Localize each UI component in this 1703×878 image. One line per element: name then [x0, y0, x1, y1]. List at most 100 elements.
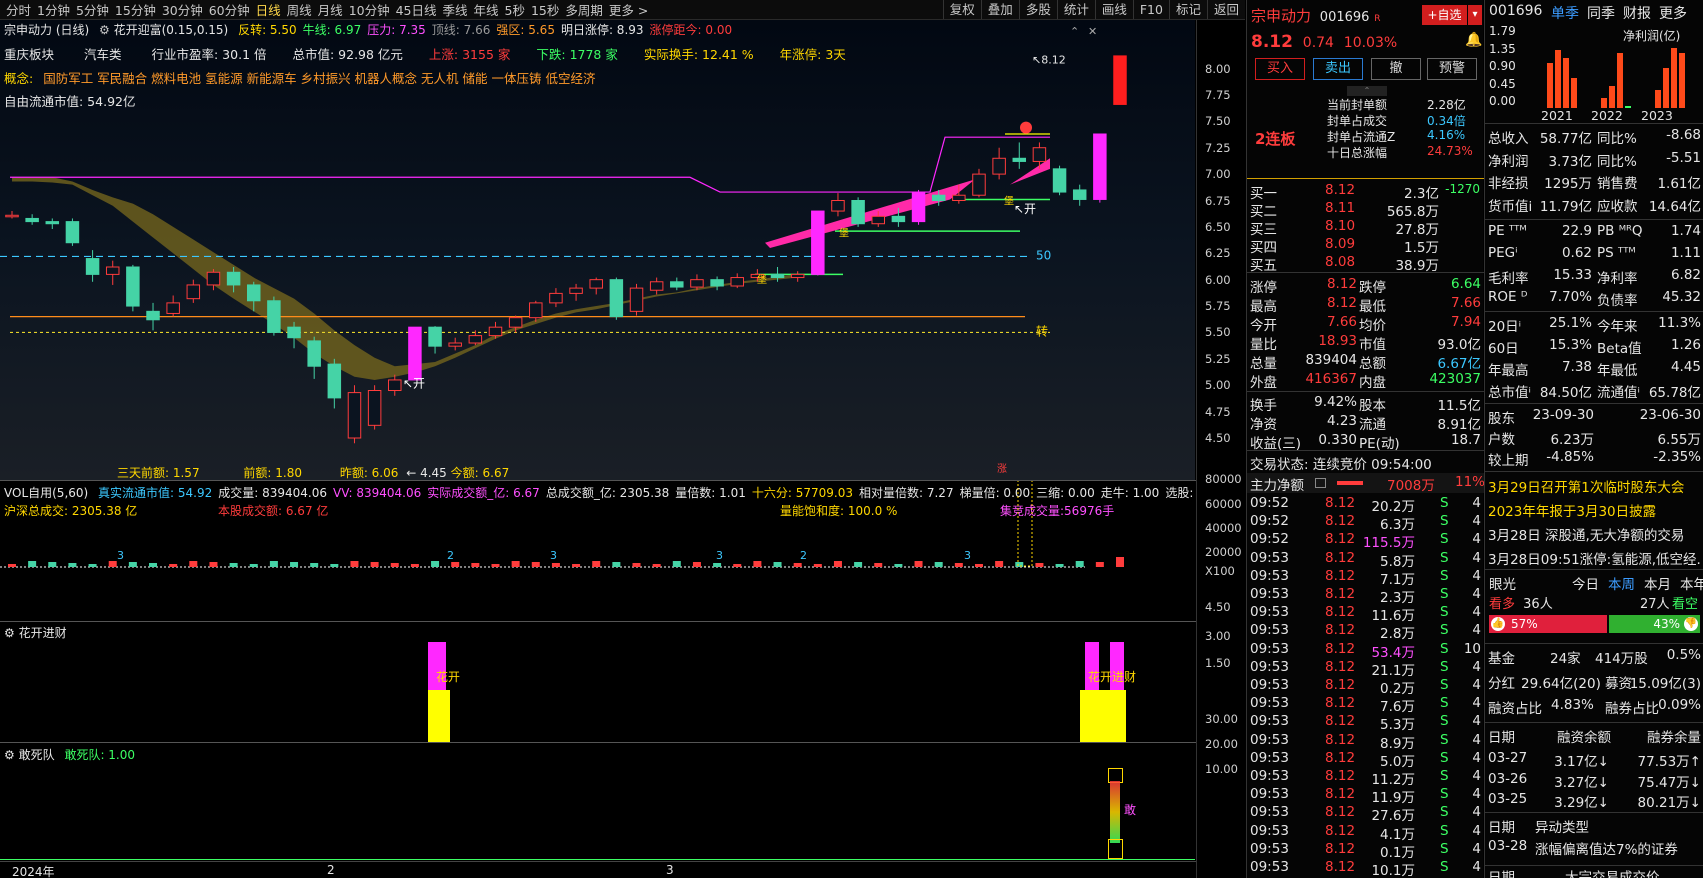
tick-count: 4 — [1472, 749, 1481, 766]
period-tab-2[interactable]: 5分钟 — [76, 3, 109, 18]
tick-price: 8.12 — [1325, 586, 1356, 602]
volume-bar — [1035, 563, 1044, 567]
news-item-1[interactable]: 2023年年报于3月30日披露 — [1488, 500, 1702, 520]
info-tab-2[interactable]: 财报 — [1623, 6, 1651, 22]
period-tab-7[interactable]: 周线 — [287, 3, 312, 18]
huakai-title[interactable]: 花开进财 — [19, 626, 67, 640]
bid-label: 买二 — [1250, 204, 1277, 220]
fund-value: 4.83% — [1551, 697, 1594, 713]
thumb-up-icon[interactable]: 👍 — [1491, 617, 1505, 631]
gansidui-panel[interactable]: ⚙ 敢死队 敢死队: 1.00 敢 — [0, 743, 1195, 861]
info-tab-3[interactable]: 更多 — [1659, 6, 1687, 22]
huakai-panel[interactable]: ⚙ 花开进财 花开 花开 进财 — [0, 622, 1195, 742]
tick-volume: 11.6万 — [1371, 608, 1415, 625]
bid-row[interactable]: 买二 8.11 565.8万 — [1247, 200, 1484, 220]
price-tick-5: 6.75 — [1205, 193, 1231, 208]
info-label: 总收入 — [1488, 131, 1529, 147]
info-tab-0[interactable]: 单季 — [1551, 6, 1579, 22]
close-icon[interactable]: ✕ — [1088, 25, 1097, 38]
period-tab-9[interactable]: 10分钟 — [349, 3, 390, 18]
tick-count: 4 — [1472, 713, 1481, 730]
info-value: 1.61亿 — [1657, 176, 1701, 192]
period-tab-12[interactable]: 年线 — [474, 3, 499, 18]
volume-panel[interactable]: VOL自用(5,60) 真实流通市值: 54.92 成交量: 839404.06 V… — [0, 481, 1266, 621]
news-item-0[interactable]: 3月29日召开第1次临时股东大会 — [1488, 476, 1702, 496]
period-tab-5[interactable]: 60分钟 — [209, 3, 250, 18]
tool-button-7[interactable]: 返回 — [1206, 0, 1245, 19]
info-label: 应收款 — [1597, 198, 1638, 215]
period-tab-11[interactable]: 季线 — [443, 3, 468, 18]
panel-settings-icon[interactable]: ⚙ — [4, 748, 15, 762]
bell-icon[interactable]: 🔔 — [1465, 32, 1482, 48]
bull-label[interactable]: 看多 — [1489, 597, 1515, 612]
bid-row[interactable]: 买五 8.08 38.9万 — [1247, 254, 1484, 274]
tool-button-0[interactable]: 复权 — [942, 0, 981, 19]
tool-button-3[interactable]: 统计 — [1056, 0, 1095, 19]
chevron-down-icon[interactable]: ▾ — [1468, 5, 1482, 25]
panel-settings-icon[interactable]: ⚙ — [4, 626, 15, 640]
tick-price: 8.12 — [1325, 713, 1356, 730]
flow-toggle-icon[interactable] — [1315, 478, 1326, 488]
period-tab-1[interactable]: 1分钟 — [37, 3, 70, 18]
tick-row: 09:53 8.12 2.8万 S 4 — [1247, 622, 1484, 642]
kline-chart[interactable]: ↖开↖开转50↖8.12堡堡堡涨⌃ ✕ — [0, 20, 1195, 480]
volume-tick-4: X100 — [1205, 564, 1235, 578]
volume-bar — [1015, 562, 1024, 567]
cancel-button[interactable]: 撤 — [1371, 58, 1421, 80]
period-tab-6[interactable]: 日线 — [256, 3, 281, 18]
buy-button[interactable]: 买入 — [1255, 58, 1305, 80]
eye-tab-1[interactable]: 本周 — [1608, 577, 1635, 593]
gansidui-header: ⚙ 敢死队 敢死队: 1.00 — [4, 746, 135, 763]
thumb-down-icon[interactable]: 👎 — [1684, 617, 1698, 631]
news-item-3[interactable]: 3月28日09:51涨停:氢能源,低空经... — [1488, 548, 1702, 568]
tool-button-4[interactable]: 画线 — [1094, 0, 1133, 19]
period-tab-13[interactable]: 5秒 — [505, 3, 525, 18]
info-code: 001696 — [1489, 3, 1543, 19]
tick-price: 8.12 — [1325, 567, 1356, 584]
huakai-tick-0: 4.50 — [1205, 600, 1231, 614]
tick-time: 09:53 — [1250, 768, 1289, 784]
bear-label[interactable]: 看空 — [1672, 593, 1698, 612]
info-value: 11.79亿 — [1539, 198, 1592, 215]
stat-label: 最低 — [1359, 299, 1386, 315]
stat-value: 7.94 — [1450, 314, 1481, 330]
holder-row: 户数 6.23万 6.55万 — [1485, 428, 1703, 448]
tool-button-6[interactable]: 标记 — [1168, 0, 1207, 19]
bid-row[interactable]: 买四 8.09 1.5万 — [1247, 236, 1484, 256]
period-tab-8[interactable]: 月线 — [318, 3, 343, 18]
sell-button[interactable]: 卖出 — [1313, 58, 1363, 80]
tool-button-5[interactable]: F10 — [1132, 0, 1169, 19]
period-tab-15[interactable]: 多周期 — [565, 3, 603, 18]
period-tab-3[interactable]: 15分钟 — [115, 3, 156, 18]
volume-bar — [551, 563, 560, 567]
info-value: 58.77亿 — [1539, 131, 1592, 147]
bid-row[interactable]: 买一 8.12 2.3亿 -1270 — [1247, 182, 1484, 202]
period-tab-0[interactable]: 分时 — [6, 3, 31, 18]
gansidui-title[interactable]: 敢死队 — [19, 748, 55, 762]
tick-volume: 7.6万 — [1380, 699, 1415, 716]
price-tick-7: 6.25 — [1205, 246, 1231, 261]
eye-tab-2[interactable]: 本月 — [1644, 577, 1671, 593]
bid-row[interactable]: 买三 8.10 27.8万 — [1247, 218, 1484, 238]
candle-body — [972, 173, 986, 196]
info-tab-1[interactable]: 同季 — [1587, 6, 1615, 22]
candle-body — [367, 390, 382, 426]
tool-button-2[interactable]: 多股 — [1018, 0, 1057, 19]
period-tab-14[interactable]: 15秒 — [531, 3, 559, 18]
period-tab-4[interactable]: 30分钟 — [162, 3, 203, 18]
news-item-2[interactable]: 3月28日 深股通,无大净额的交易 — [1488, 524, 1702, 544]
volume-bar — [68, 563, 77, 567]
collapse-toggle-icon[interactable]: ⌃ — [1347, 86, 1387, 96]
eye-tab-3[interactable]: 本年 — [1680, 577, 1703, 593]
info-label: ROE ᴰ — [1488, 289, 1528, 305]
fund-value: 15.09亿(3) — [1629, 676, 1701, 692]
add-watchlist-button[interactable]: +自选 — [1422, 5, 1467, 25]
period-tab-16[interactable]: 更多 > — [609, 3, 648, 18]
main-kline-panel[interactable]: 宗申动力 (日线) ⚙ 花开迎富(0.15,0.15) 反转: 5.50 牛线: … — [0, 20, 1195, 480]
candle-body — [871, 215, 885, 225]
eye-tab-0[interactable]: 今日 — [1572, 577, 1599, 593]
alert-button[interactable]: 预警 — [1427, 58, 1477, 80]
tool-button-1[interactable]: 叠加 — [980, 0, 1019, 19]
period-tab-10[interactable]: 45日线 — [396, 3, 437, 18]
collapse-icon[interactable]: ⌃ — [1070, 25, 1079, 38]
